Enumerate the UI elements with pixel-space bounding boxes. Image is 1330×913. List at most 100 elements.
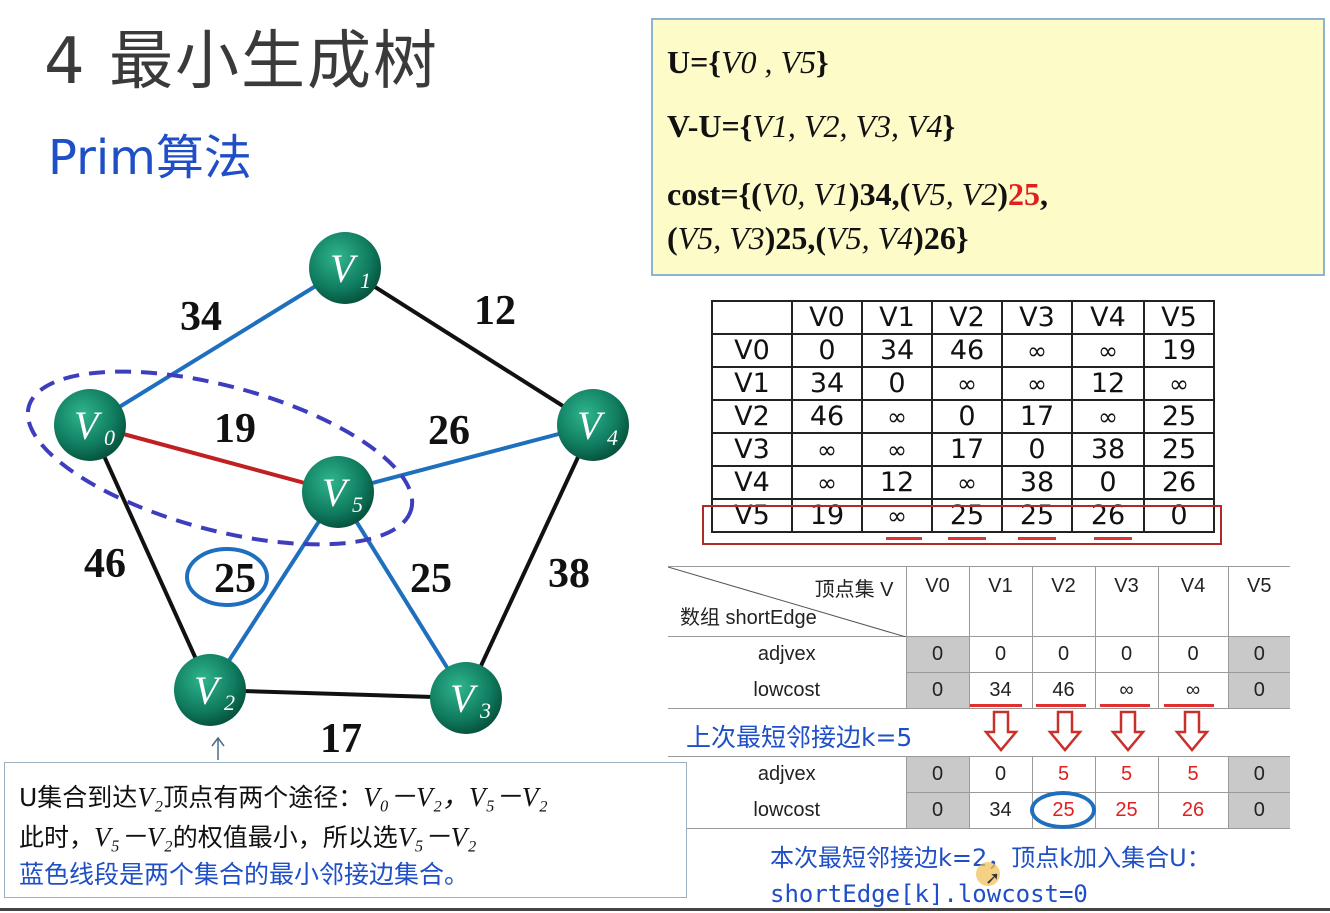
matrix-header-row: V0 V1 V2 V3 V4 V5 bbox=[711, 300, 1215, 335]
graph-diagram: 34 12 19 26 46 25 25 38 17 V 1 V 0 V 4 V… bbox=[25, 232, 629, 760]
mouse-cursor-icon: ➚ bbox=[985, 868, 1001, 889]
matrix-cell: V4 bbox=[1071, 300, 1145, 335]
weight-v0-v5: 19 bbox=[214, 406, 256, 452]
node-v0: V 0 bbox=[54, 389, 126, 461]
col-header: V5 bbox=[1227, 566, 1290, 637]
node-v4: V 4 bbox=[557, 389, 629, 461]
cell: 5 bbox=[1031, 756, 1096, 793]
matrix-cell: V2 bbox=[931, 300, 1003, 335]
matrix-row: V2 46 ∞ 0 17 ∞ 25 bbox=[711, 399, 1215, 434]
cell: 0 bbox=[1031, 636, 1096, 673]
matrix-cell: ∞ bbox=[1071, 399, 1145, 434]
cell: 0 bbox=[905, 636, 970, 673]
weight-v1-v4: 12 bbox=[474, 288, 516, 334]
node-v5: V 5 bbox=[302, 456, 374, 528]
matrix-cell: ∞ bbox=[1001, 333, 1073, 368]
matrix-cell: V3 bbox=[1001, 300, 1073, 335]
set-u-outline bbox=[25, 369, 415, 547]
matrix-cell: 26 bbox=[1143, 465, 1215, 500]
matrix-cell: ∞ bbox=[791, 465, 863, 500]
svg-text:1: 1 bbox=[360, 268, 371, 293]
edge-v0-v1 bbox=[88, 266, 347, 427]
matrix-cell: 46 bbox=[791, 399, 863, 434]
col-header: V4 bbox=[1157, 566, 1229, 637]
matrix-cell: 34 bbox=[861, 333, 933, 368]
explain-line-1: U集合到达V₂顶点有两个途径：V₀－V₂，V₅－V₂ bbox=[19, 782, 548, 812]
matrix-cell: ∞ bbox=[861, 432, 933, 467]
svg-text:0: 0 bbox=[104, 425, 115, 450]
node-v2: V 2 bbox=[174, 654, 246, 726]
matrix-row-label: V2 bbox=[711, 399, 793, 434]
cost-line-1: cost={(V0, V1)34,(V5, V2)25, bbox=[667, 176, 1048, 212]
matrix-cell: 0 bbox=[1071, 465, 1145, 500]
cell: 0 bbox=[905, 792, 970, 829]
matrix-cell: 38 bbox=[1071, 432, 1145, 467]
weight-v5-v3: 25 bbox=[410, 556, 452, 602]
svg-text:2: 2 bbox=[224, 690, 235, 715]
weight-v5-v2: 25 bbox=[214, 556, 256, 602]
matrix-cell: V5 bbox=[1143, 300, 1215, 335]
matrix-row-label: V1 bbox=[711, 366, 793, 401]
matrix-row: V1 34 0 ∞ ∞ 12 ∞ bbox=[711, 366, 1215, 401]
weight-v0-v1: 34 bbox=[180, 294, 222, 340]
down-arrows bbox=[983, 710, 1210, 752]
node-v3: V 3 bbox=[430, 662, 502, 734]
matrix-cell: 25 bbox=[1143, 432, 1215, 467]
matrix-row: V0 0 34 46 ∞ ∞ 19 bbox=[711, 333, 1215, 368]
cell: 0 bbox=[1227, 672, 1290, 709]
matrix-cell: 0 bbox=[791, 333, 863, 368]
col-header: V3 bbox=[1094, 566, 1159, 637]
cell: 0 bbox=[905, 672, 970, 709]
matrix-cell: 46 bbox=[931, 333, 1003, 368]
explain-line-2: 此时，V₅－V₂的权值最小，所以选V₅－V₂ bbox=[19, 822, 477, 852]
table-corner: 顶点集 V 数组 shortEdge bbox=[668, 566, 907, 637]
previous-step-label: 上次最短邻接边k=5 bbox=[686, 723, 913, 752]
set-v-minus-u-line: V-U={V1, V2, V3, V4} bbox=[667, 108, 956, 144]
underline-lowcost-v4 bbox=[1164, 704, 1214, 707]
matrix-row-label: V0 bbox=[711, 333, 793, 368]
svg-text:3: 3 bbox=[479, 698, 491, 723]
cell: 0 bbox=[1094, 636, 1159, 673]
corner-bottom-label: 数组 shortEdge bbox=[680, 607, 817, 629]
bottom-divider bbox=[0, 908, 1330, 911]
row-label-lowcost: lowcost bbox=[668, 792, 907, 829]
matrix-row-label: V3 bbox=[711, 432, 793, 467]
matrix-row-label bbox=[711, 300, 793, 335]
row-label-lowcost: lowcost bbox=[668, 672, 907, 709]
edge-v2-v3 bbox=[209, 688, 467, 700]
edge-v1-v4 bbox=[343, 266, 595, 427]
explain-line-3: 蓝色线段是两个集合的最小邻接边集合。 bbox=[19, 860, 470, 889]
matrix-cell: 12 bbox=[861, 465, 933, 500]
underline-v5-v4 bbox=[1094, 537, 1132, 540]
page-title: 4 最小生成树 bbox=[44, 25, 440, 99]
cell: 0 bbox=[1227, 756, 1290, 793]
matrix-row-label: V4 bbox=[711, 465, 793, 500]
adjacency-matrix: V0 V1 V2 V3 V4 V5 V0 0 34 46 ∞ ∞ 19 V1 34 0 ∞ ∞ 12 ∞ V2 46 ∞ 0 1… bbox=[711, 300, 1215, 533]
matrix-cell: 0 bbox=[1001, 432, 1073, 467]
col-header: V2 bbox=[1031, 566, 1096, 637]
underline-lowcost-v2 bbox=[1036, 704, 1086, 707]
cell: 5 bbox=[1094, 756, 1159, 793]
matrix-cell: 0 bbox=[931, 399, 1003, 434]
row-label-adjvex: adjvex bbox=[668, 636, 907, 673]
matrix-cell: V1 bbox=[861, 300, 933, 335]
cell: 0 bbox=[968, 756, 1033, 793]
cell: 25 bbox=[1094, 792, 1159, 829]
underline-lowcost-v3 bbox=[1100, 704, 1150, 707]
cell: 0 bbox=[905, 756, 970, 793]
underline-v5-v3 bbox=[1018, 537, 1056, 540]
matrix-row: V3 ∞ ∞ 17 0 38 25 bbox=[711, 432, 1215, 467]
matrix-cell: 25 bbox=[1143, 399, 1215, 434]
cell: 34 bbox=[968, 792, 1033, 829]
underline-v5-v2 bbox=[948, 537, 986, 540]
matrix-cell: ∞ bbox=[791, 432, 863, 467]
underline-v5-v1 bbox=[886, 537, 922, 540]
col-header: V0 bbox=[905, 566, 970, 637]
row-label-adjvex: adjvex bbox=[668, 756, 907, 793]
matrix-cell: V0 bbox=[791, 300, 863, 335]
svg-text:4: 4 bbox=[607, 425, 618, 450]
weight-v2-v3: 17 bbox=[320, 716, 362, 760]
weight-v5-v4: 26 bbox=[428, 408, 470, 454]
highlight-circle-lowcost bbox=[1030, 791, 1096, 829]
svg-text:5: 5 bbox=[352, 492, 363, 517]
